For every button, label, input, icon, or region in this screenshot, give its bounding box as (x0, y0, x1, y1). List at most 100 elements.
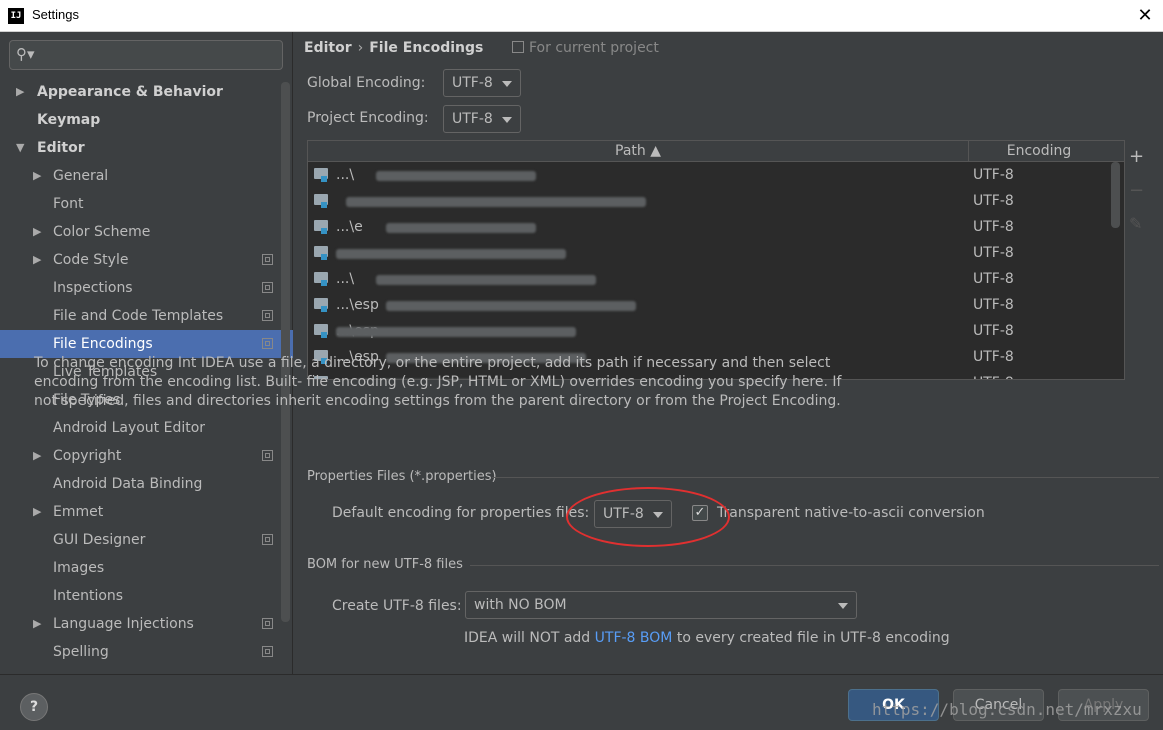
global-encoding-label: Global Encoding: (307, 75, 426, 91)
section-divider (470, 565, 1159, 566)
sidebar-item-gui-designer[interactable]: GUI Designer (0, 526, 293, 554)
collapsed-arrow-icon[interactable]: ▶ (33, 442, 41, 470)
add-path-icon[interactable]: + (1129, 146, 1144, 167)
folder-icon (314, 272, 328, 286)
project-encoding-label: Project Encoding: (307, 110, 429, 126)
chevron-down-icon (502, 81, 512, 87)
encoding-cell[interactable]: UTF-8 (973, 318, 1014, 344)
bom-select[interactable]: with NO BOM (465, 591, 857, 619)
redacted-path (386, 223, 536, 233)
sidebar-item-language-injections[interactable]: ▶ Language Injections (0, 610, 293, 638)
sidebar-item-label: Copyright (53, 448, 122, 464)
sidebar-scrollbar[interactable] (281, 82, 290, 622)
breadcrumb: Editor › File Encodings (304, 40, 483, 56)
sidebar-item-label: Android Layout Editor (53, 420, 206, 436)
sidebar-item-spelling[interactable]: Spelling (0, 638, 293, 666)
remove-path-icon[interactable]: − (1129, 180, 1144, 201)
close-icon[interactable]: ✕ (1127, 0, 1163, 32)
sidebar-item-inspections[interactable]: Inspections (0, 274, 293, 302)
project-scope-icon (262, 618, 273, 629)
bom-hint-before: IDEA will NOT add (464, 630, 595, 646)
folder-icon (314, 298, 328, 312)
path-cell: ...\esp (336, 297, 379, 313)
utf8-bom-link[interactable]: UTF-8 BOM (595, 630, 673, 646)
column-header-encoding[interactable]: Encoding (968, 141, 1110, 161)
scope-label: For current project (529, 40, 659, 56)
table-row[interactable]: ...\esp UTF-8 (308, 292, 1110, 318)
column-header-path[interactable]: Path ▲ (308, 141, 969, 161)
sidebar-item-label: Keymap (37, 112, 101, 128)
redacted-path (336, 249, 566, 259)
folder-icon (314, 194, 328, 208)
table-row[interactable]: ...\ UTF-8 (308, 162, 1110, 188)
encoding-cell[interactable]: UTF-8 (973, 162, 1014, 188)
search-input[interactable]: ⚲▾ (9, 40, 283, 70)
collapsed-arrow-icon[interactable]: ▶ (33, 162, 41, 190)
collapsed-arrow-icon[interactable]: ▶ (33, 246, 41, 274)
encoding-cell[interactable]: UTF-8 (973, 344, 1014, 370)
sidebar-item-label: GUI Designer (53, 532, 146, 548)
table-row[interactable]: ...\e UTF-8 (308, 214, 1110, 240)
project-scope-icon (262, 534, 273, 545)
breadcrumb-current: File Encodings (369, 40, 484, 56)
sidebar-item-appearance-behavior[interactable]: ▶ Appearance & Behavior (0, 78, 293, 106)
sidebar-item-editor[interactable]: ▼ Editor (0, 134, 293, 162)
project-scope-icon (512, 41, 524, 53)
sidebar-item-copyright[interactable]: ▶ Copyright (0, 442, 293, 470)
collapsed-arrow-icon[interactable]: ▶ (33, 498, 41, 526)
sidebar-item-label: Font (53, 196, 84, 212)
path-encoding-table[interactable]: Path ▲ Encoding ...\ UTF-8 UTF-8 ...\e UTF-8… (307, 140, 1125, 380)
sidebar-item-android-data-binding[interactable]: Android Data Binding (0, 470, 293, 498)
collapsed-arrow-icon[interactable]: ▶ (16, 78, 24, 106)
folder-icon (314, 168, 328, 182)
encoding-cell[interactable]: UTF-8 (973, 292, 1014, 318)
sidebar-item-keymap[interactable]: Keymap (0, 106, 293, 134)
sidebar-item-images[interactable]: Images (0, 554, 293, 582)
encoding-cell[interactable]: UTF-8 (973, 188, 1014, 214)
encoding-cell[interactable]: UTF-8 (973, 370, 1014, 379)
collapsed-arrow-icon[interactable]: ▶ (33, 610, 41, 638)
project-encoding-select[interactable]: UTF-8 (443, 105, 521, 133)
collapsed-arrow-icon[interactable]: ▶ (33, 218, 41, 246)
folder-icon (314, 246, 328, 260)
project-scope-icon (262, 646, 273, 657)
encoding-help-text: To change encoding Int IDEA use a file, … (34, 355, 842, 409)
breadcrumb-parent: Editor (304, 40, 352, 56)
global-encoding-select[interactable]: UTF-8 (443, 69, 521, 97)
sidebar-item-label: Inspections (53, 280, 133, 296)
bom-section-title: BOM for new UTF-8 files (307, 557, 463, 572)
bom-select-value: with NO BOM (474, 597, 567, 613)
intellij-app-icon: IJ (8, 8, 24, 24)
sidebar-item-label: File and Code Templates (53, 308, 224, 324)
sidebar-item-emmet[interactable]: ▶ Emmet (0, 498, 293, 526)
window-title: Settings (32, 7, 79, 22)
sidebar-item-general[interactable]: ▶ General (0, 162, 293, 190)
project-scope-icon (262, 450, 273, 461)
table-scrollbar[interactable] (1111, 162, 1120, 228)
encoding-cell[interactable]: UTF-8 (973, 266, 1014, 292)
encoding-cell[interactable]: UTF-8 (973, 240, 1014, 266)
sidebar-item-code-style[interactable]: ▶ Code Style (0, 246, 293, 274)
project-scope-icon (262, 310, 273, 321)
sidebar-item-color-scheme[interactable]: ▶ Color Scheme (0, 218, 293, 246)
encoding-cell[interactable]: UTF-8 (973, 214, 1014, 240)
sidebar-item-intentions[interactable]: Intentions (0, 582, 293, 610)
sidebar-item-label: Android Data Binding (53, 476, 203, 492)
sidebar-item-file-and-code-templates[interactable]: File and Code Templates (0, 302, 293, 330)
sidebar-item-font[interactable]: Font (0, 190, 293, 218)
edit-path-icon[interactable]: ✎ (1129, 214, 1142, 233)
title-bar: IJ Settings ✕ (0, 0, 1163, 32)
help-icon[interactable]: ? (20, 693, 48, 721)
table-row[interactable]: ...\ UTF-8 (308, 266, 1110, 292)
table-row[interactable]: ...\espUTF-8 (308, 318, 1110, 344)
redacted-path (346, 197, 646, 207)
sidebar-item-android-layout-editor[interactable]: Android Layout Editor (0, 414, 293, 442)
project-scope-icon (262, 282, 273, 293)
sidebar-item-label: Images (53, 560, 105, 576)
project-scope-icon (262, 338, 273, 349)
table-row[interactable]: UTF-8 (308, 188, 1110, 214)
properties-encoding-label: Default encoding for properties files: (332, 505, 590, 521)
sidebar-item-label: Language Injections (53, 616, 194, 632)
expanded-arrow-icon[interactable]: ▼ (16, 134, 24, 162)
table-row[interactable]: UTF-8 (308, 240, 1110, 266)
